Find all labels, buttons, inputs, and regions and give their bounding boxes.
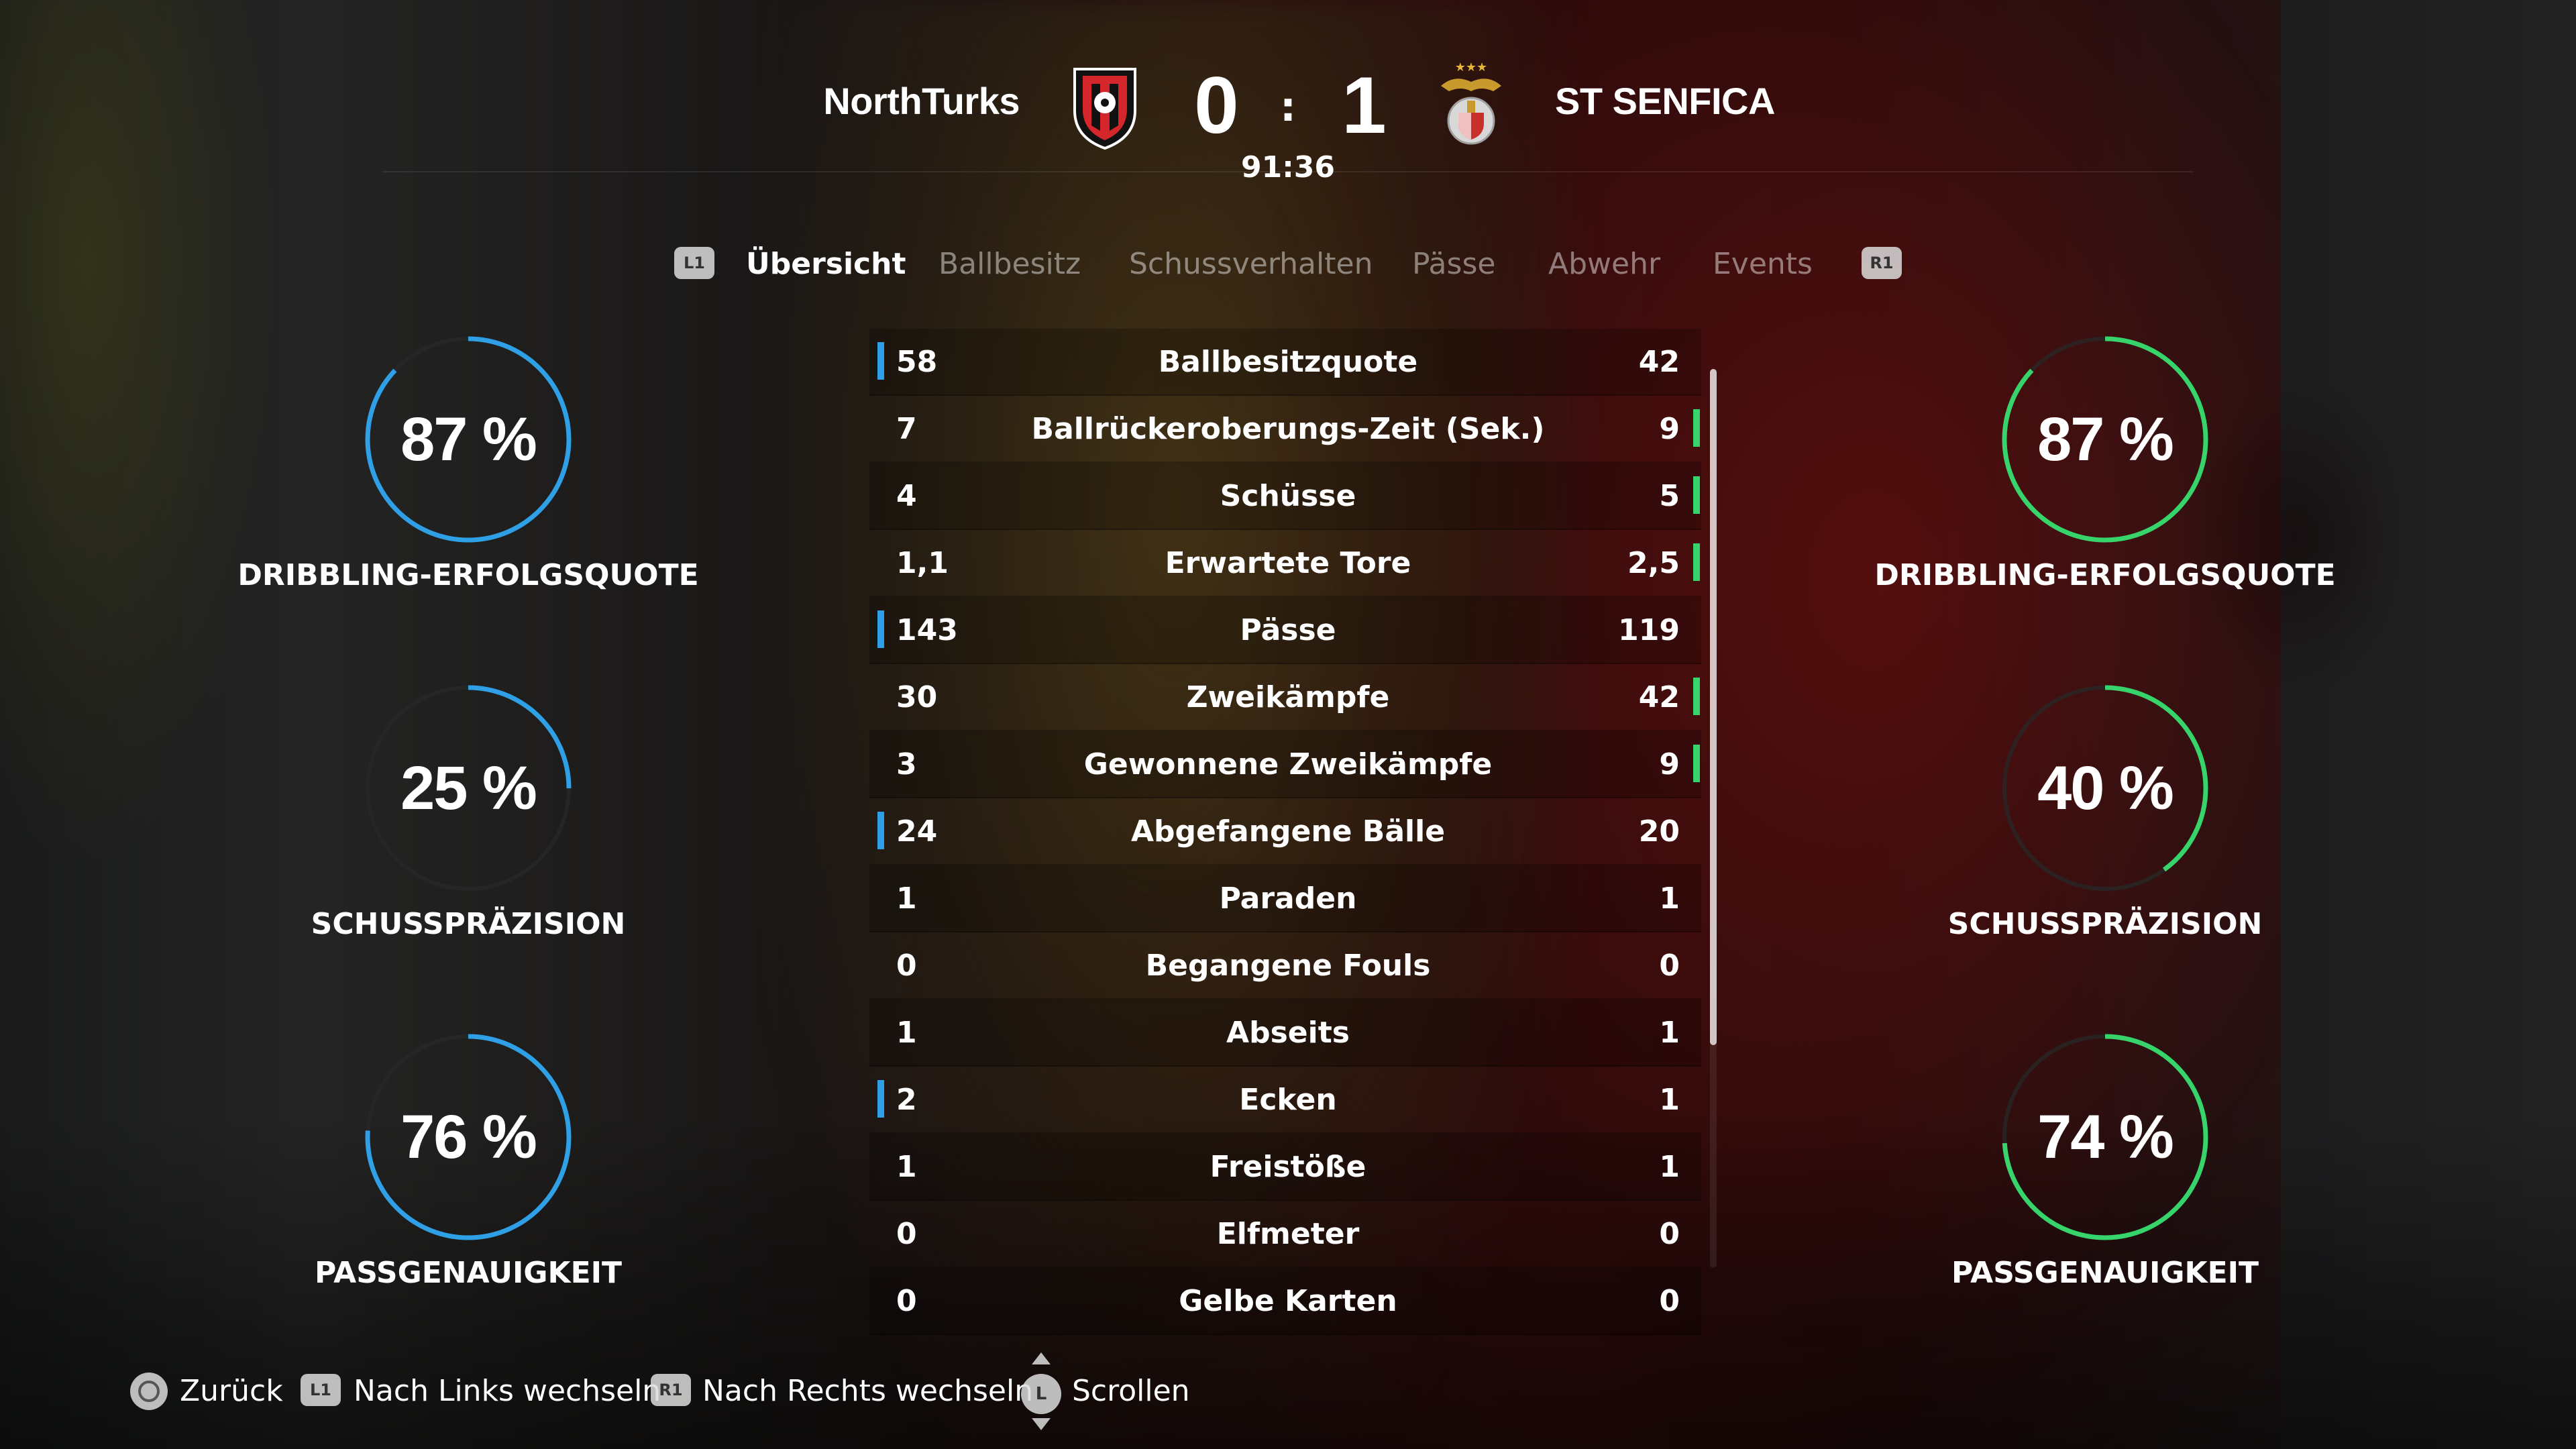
header-divider	[382, 171, 2194, 172]
home-club-crest-icon	[1068, 64, 1142, 151]
stat-row: 7 Ballrückeroberungs-Zeit (Sek.) 9	[869, 396, 1701, 463]
match-clock: 91:36	[1240, 150, 1336, 184]
home-pass-accuracy-ring: 76 %	[361, 1030, 576, 1244]
away-club-crest-icon: ★★★	[1434, 59, 1508, 146]
away-dribbling-ring: 87 %	[1998, 332, 2212, 547]
l1-button-icon: L1	[301, 1374, 341, 1406]
away-stat-value: 20	[1638, 814, 1680, 849]
away-stat-value: 0	[1659, 1284, 1680, 1318]
away-stat-value: 0	[1659, 1217, 1680, 1251]
home-pass-accuracy-label: PASSGENAUIGKEIT	[314, 1256, 623, 1290]
tab-possession[interactable]: Ballbesitz	[938, 247, 1081, 281]
home-dribbling-label: DRIBBLING-ERFOLGSQUOTE	[237, 558, 699, 592]
stat-label: Freistöße	[1210, 1150, 1366, 1184]
away-pass-accuracy-ring: 74 %	[1998, 1030, 2212, 1244]
stat-label: Ballrückeroberungs-Zeit (Sek.)	[1031, 412, 1545, 446]
scroll-up-arrow-icon	[1032, 1352, 1051, 1364]
stat-row: 1 Paraden 1	[869, 865, 1701, 932]
stat-label: Ballbesitzquote	[1158, 345, 1418, 379]
scroll-down-arrow-icon	[1032, 1418, 1051, 1430]
r1-shoulder-badge[interactable]: R1	[1862, 247, 1902, 279]
tab-events[interactable]: Events	[1713, 247, 1813, 281]
home-score: 0	[1194, 60, 1239, 150]
button-hints-bar: Zurück L1 Nach Links wechseln R1 Nach Re…	[0, 1352, 2576, 1430]
stat-row: 0 Begangene Fouls 0	[869, 932, 1701, 1000]
away-stat-value: 1	[1659, 1016, 1680, 1050]
stat-label: Paraden	[1219, 881, 1357, 916]
away-stat-value: 5	[1659, 479, 1680, 513]
switch-left-hint[interactable]: Nach Links wechseln	[354, 1374, 661, 1408]
home-dribbling-ring: 87 %	[361, 332, 576, 547]
stat-label: Begangene Fouls	[1145, 949, 1431, 983]
svg-text:★★★: ★★★	[1455, 60, 1487, 74]
tab-defense[interactable]: Abwehr	[1548, 247, 1660, 281]
stat-row: 2 Ecken 1	[869, 1067, 1701, 1134]
away-dribbling-label: DRIBBLING-ERFOLGSQUOTE	[1874, 558, 2336, 592]
l1-shoulder-badge[interactable]: L1	[674, 247, 714, 279]
stat-label: Abseits	[1226, 1016, 1350, 1050]
back-hint[interactable]: Zurück	[180, 1374, 283, 1408]
tab-overview[interactable]: Übersicht	[746, 247, 906, 281]
away-stat-value: 1	[1659, 1150, 1680, 1184]
away-stat-value: 1	[1659, 1083, 1680, 1117]
away-stat-value: 119	[1618, 613, 1680, 647]
home-shot-accuracy-label: SCHUSSPRÄZISION	[311, 907, 626, 941]
away-shot-accuracy-value: 40 %	[2037, 753, 2174, 822]
left-stick-icon: L	[1021, 1374, 1061, 1414]
stat-row: 1 Freistöße 1	[869, 1134, 1701, 1201]
away-stat-value: 0	[1659, 949, 1680, 983]
stat-label: Gelbe Karten	[1179, 1284, 1397, 1318]
stat-label: Pässe	[1240, 613, 1336, 647]
switch-right-hint[interactable]: Nach Rechts wechseln	[702, 1374, 1033, 1408]
stat-label: Abgefangene Bälle	[1130, 814, 1446, 849]
away-dribbling-value: 87 %	[2037, 405, 2174, 474]
stat-row: 143 Pässe 119	[869, 597, 1701, 664]
stat-row: 1,1 Erwartete Tore 2,5	[869, 530, 1701, 597]
home-dribbling-value: 87 %	[400, 405, 537, 474]
tab-passing[interactable]: Pässe	[1412, 247, 1495, 281]
r1-button-icon: R1	[651, 1374, 691, 1406]
away-score: 1	[1342, 60, 1387, 150]
away-shot-accuracy-label: SCHUSSPRÄZISION	[1947, 907, 2263, 941]
stat-row: 0 Gelbe Karten 0	[869, 1268, 1701, 1335]
home-pass-accuracy-value: 76 %	[400, 1102, 537, 1171]
home-shot-accuracy-value: 25 %	[400, 753, 537, 822]
score-separator: :	[1280, 84, 1296, 131]
away-stat-value: 42	[1638, 345, 1680, 379]
stat-row: 24 Abgefangene Bälle 20	[869, 798, 1701, 865]
away-stat-value: 9	[1659, 412, 1680, 446]
stats-scrollbar-thumb[interactable]	[1710, 369, 1717, 1045]
stat-row: 58 Ballbesitzquote 42	[869, 329, 1701, 396]
stat-label: Zweikämpfe	[1186, 680, 1390, 714]
stat-row: 30 Zweikämpfe 42	[869, 664, 1701, 731]
away-team-name: ST SENFICA	[1555, 80, 1775, 122]
home-shot-accuracy-ring: 25 %	[361, 681, 576, 896]
away-stat-value: 2,5	[1627, 546, 1680, 580]
stat-label: Ecken	[1239, 1083, 1337, 1117]
home-team-name: NorthTurks	[823, 80, 1020, 122]
stats-table[interactable]: 58 Ballbesitzquote 42 7 Ballrückeroberungs-Z…	[869, 329, 1701, 1335]
stat-row: 3 Gewonnene Zweikämpfe 9	[869, 731, 1701, 798]
circle-button-icon	[130, 1373, 168, 1410]
tab-shooting[interactable]: Schussverhalten	[1129, 247, 1373, 281]
stats-tab-bar: L1 Übersicht Ballbesitz Schussverhalten …	[0, 247, 2576, 287]
scroll-hint[interactable]: Scrollen	[1072, 1374, 1190, 1408]
away-stat-value: 1	[1659, 881, 1680, 916]
stat-row: 1 Abseits 1	[869, 1000, 1701, 1067]
away-pass-accuracy-label: PASSGENAUIGKEIT	[1951, 1256, 2259, 1290]
away-pass-accuracy-value: 74 %	[2037, 1102, 2174, 1171]
stat-label: Erwartete Tore	[1165, 546, 1411, 580]
stat-label: Elfmeter	[1216, 1217, 1360, 1251]
away-shot-accuracy-ring: 40 %	[1998, 681, 2212, 896]
stat-row: 0 Elfmeter 0	[869, 1201, 1701, 1268]
stat-row: 4 Schüsse 5	[869, 463, 1701, 530]
away-stat-value: 42	[1638, 680, 1680, 714]
stat-label: Gewonnene Zweikämpfe	[1083, 747, 1493, 782]
stat-label: Schüsse	[1220, 479, 1356, 513]
away-stat-value: 9	[1659, 747, 1680, 782]
